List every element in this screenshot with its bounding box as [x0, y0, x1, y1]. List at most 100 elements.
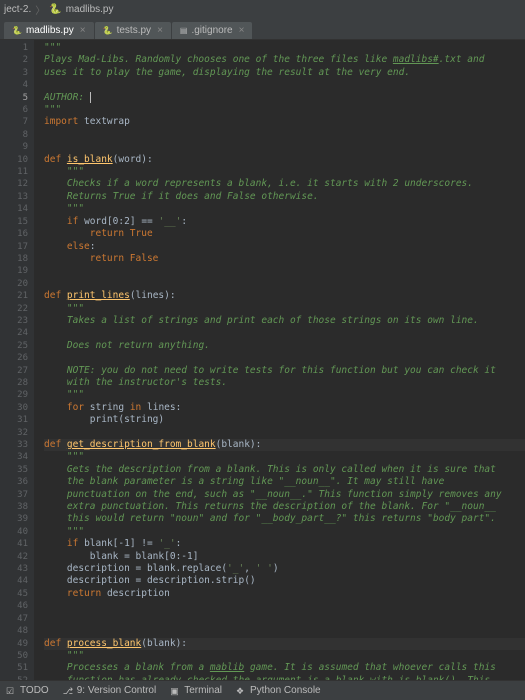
code-line[interactable] [44, 600, 525, 612]
code-line[interactable]: NOTE: you do not need to write tests for… [44, 365, 525, 377]
tab-tests-py[interactable]: 🐍tests.py× [95, 22, 171, 39]
line-number[interactable]: 32 [0, 427, 28, 439]
code-line[interactable]: punctuation on the end, such as "__noun_… [44, 489, 525, 501]
line-number[interactable]: 19 [0, 265, 28, 277]
line-number[interactable]: 6 [0, 104, 28, 116]
line-number[interactable]: 23 [0, 315, 28, 327]
code-line[interactable]: Returns True if it does and False otherw… [44, 191, 525, 203]
code-line[interactable] [44, 613, 525, 625]
code-line[interactable]: """ [44, 104, 525, 116]
close-icon[interactable]: × [157, 25, 163, 36]
line-number[interactable]: 11 [0, 166, 28, 178]
line-number[interactable]: 42 [0, 551, 28, 563]
code-line[interactable]: Takes a list of strings and print each o… [44, 315, 525, 327]
code-line[interactable]: return True [44, 228, 525, 240]
code-line[interactable]: """ [44, 526, 525, 538]
line-number[interactable]: 26 [0, 352, 28, 364]
terminal-tool[interactable]: Terminal [170, 685, 222, 696]
code-line[interactable]: Does not return anything. [44, 340, 525, 352]
code-line[interactable]: def print_lines(lines): [44, 290, 525, 302]
code-line[interactable]: def get_description_from_blank(blank): [44, 439, 525, 451]
line-number[interactable]: 40 [0, 526, 28, 538]
code-line[interactable]: """ [44, 389, 525, 401]
code-line[interactable]: Gets the description from a blank. This … [44, 464, 525, 476]
close-icon[interactable]: × [239, 25, 245, 36]
code-line[interactable]: description = description.strip() [44, 575, 525, 587]
line-number[interactable]: 51 [0, 662, 28, 674]
code-line[interactable]: Checks if a word represents a blank, i.e… [44, 178, 525, 190]
code-line[interactable]: print(string) [44, 414, 525, 426]
line-number[interactable]: 25 [0, 340, 28, 352]
code-line[interactable]: """ [44, 650, 525, 662]
line-number[interactable]: 17 [0, 241, 28, 253]
code-line[interactable]: for string in lines: [44, 402, 525, 414]
line-number[interactable]: 9 [0, 141, 28, 153]
line-number[interactable]: 37 [0, 489, 28, 501]
code-line[interactable]: """ [44, 451, 525, 463]
todo-tool[interactable]: TODO [6, 685, 49, 696]
code-line[interactable]: extra punctuation. This returns the desc… [44, 501, 525, 513]
code-line[interactable]: if word[0:2] == '__': [44, 216, 525, 228]
code-line[interactable] [44, 352, 525, 364]
code-line[interactable]: return False [44, 253, 525, 265]
line-number[interactable]: 49 [0, 638, 28, 650]
code-line[interactable]: else: [44, 241, 525, 253]
line-number[interactable]: 4 [0, 79, 28, 91]
line-number[interactable]: 1 [0, 42, 28, 54]
python-console-tool[interactable]: Python Console [236, 685, 321, 696]
line-number[interactable]: 22 [0, 303, 28, 315]
code-line[interactable]: blank = blank[0:-1] [44, 551, 525, 563]
code-line[interactable]: if blank[-1] != '_': [44, 538, 525, 550]
breadcrumb-file[interactable]: madlibs.py [66, 4, 114, 15]
code-line[interactable] [44, 327, 525, 339]
line-number[interactable]: 35 [0, 464, 28, 476]
line-number[interactable]: 43 [0, 563, 28, 575]
line-number[interactable]: 8 [0, 129, 28, 141]
line-number[interactable]: 41 [0, 538, 28, 550]
line-number[interactable]: 28 [0, 377, 28, 389]
line-number[interactable]: 39 [0, 513, 28, 525]
code-line[interactable]: """ [44, 166, 525, 178]
breadcrumb-project[interactable]: ject-2. [4, 4, 31, 15]
code-line[interactable]: return description [44, 588, 525, 600]
line-number-gutter[interactable]: 1234567891011121314151617181920212223242… [0, 40, 34, 680]
code-line[interactable]: Processes a blank from a mablib game. It… [44, 662, 525, 674]
tab--gitignore[interactable]: ▤.gitignore× [172, 22, 253, 39]
line-number[interactable]: 14 [0, 203, 28, 215]
line-number[interactable]: 38 [0, 501, 28, 513]
code-line[interactable]: def process_blank(blank): [44, 638, 525, 650]
line-number[interactable]: 2 [0, 54, 28, 66]
code-line[interactable]: this would return "noun" and for "__body… [44, 513, 525, 525]
line-number[interactable]: 20 [0, 278, 28, 290]
code-line[interactable] [44, 141, 525, 153]
code-line[interactable] [44, 129, 525, 141]
code-line[interactable]: def is_blank(word): [44, 154, 525, 166]
code-line[interactable]: """ [44, 42, 525, 54]
line-number[interactable]: 31 [0, 414, 28, 426]
code-line[interactable]: AUTHOR: [44, 92, 525, 104]
line-number[interactable]: 21 [0, 290, 28, 302]
line-number[interactable]: 7 [0, 116, 28, 128]
line-number[interactable]: 5 [0, 92, 28, 104]
line-number[interactable]: 34 [0, 451, 28, 463]
code-line[interactable]: """ [44, 303, 525, 315]
code-line[interactable]: uses it to play the game, displaying the… [44, 67, 525, 79]
code-line[interactable]: description = blank.replace('_', ' ') [44, 563, 525, 575]
code-line[interactable]: the blank parameter is a string like "__… [44, 476, 525, 488]
line-number[interactable]: 45 [0, 588, 28, 600]
code-editor[interactable]: 1234567891011121314151617181920212223242… [0, 40, 525, 680]
code-line[interactable]: """ [44, 203, 525, 215]
code-line[interactable] [44, 625, 525, 637]
line-number[interactable]: 29 [0, 389, 28, 401]
line-number[interactable]: 46 [0, 600, 28, 612]
line-number[interactable]: 15 [0, 216, 28, 228]
code-line[interactable] [44, 427, 525, 439]
line-number[interactable]: 16 [0, 228, 28, 240]
code-line[interactable] [44, 79, 525, 91]
line-number[interactable]: 30 [0, 402, 28, 414]
line-number[interactable]: 44 [0, 575, 28, 587]
version-control-tool[interactable]: 9: Version Control [63, 685, 157, 696]
code-line[interactable]: import textwrap [44, 116, 525, 128]
code-area[interactable]: """Plays Mad-Libs. Randomly chooses one … [34, 40, 525, 680]
code-line[interactable]: Plays Mad-Libs. Randomly chooses one of … [44, 54, 525, 66]
